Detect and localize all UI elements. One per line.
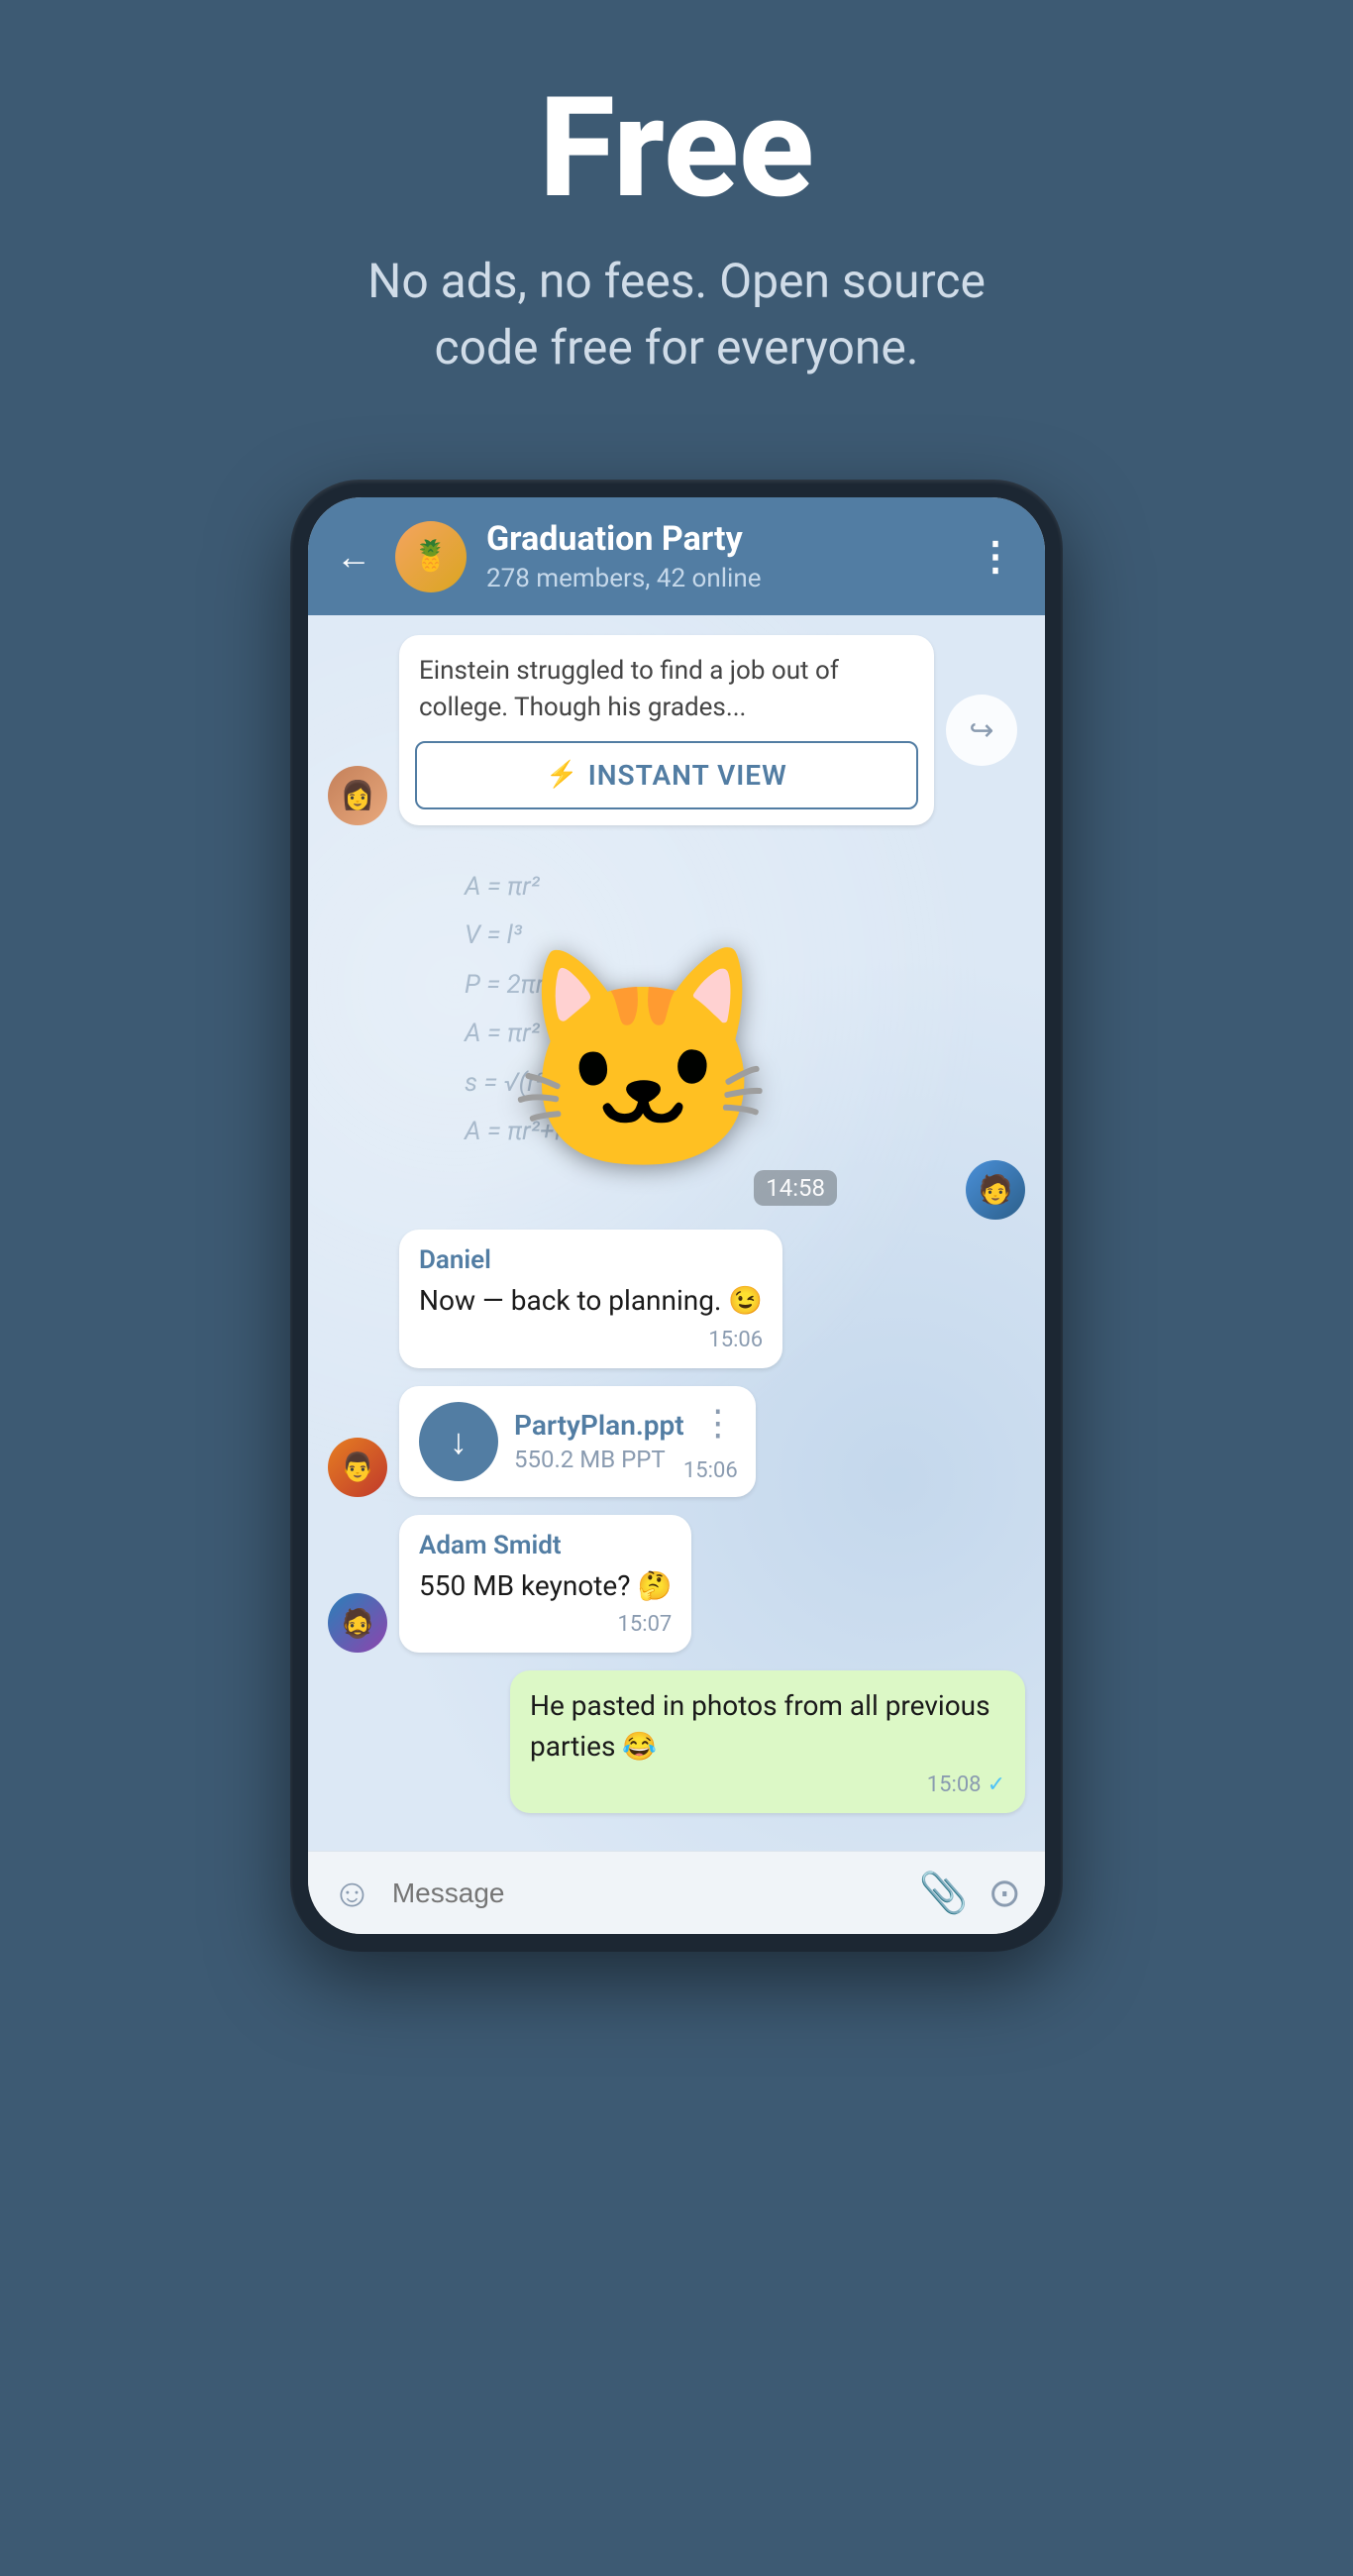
message-row: 👩 Einstein struggled to find a job out o… — [328, 635, 1025, 825]
file-info: PartyPlan.ppt 550.2 MB PPT — [514, 1409, 684, 1473]
avatar-man2: 👨 — [328, 1438, 387, 1497]
link-preview-bubble: Einstein struggled to find a job out of … — [399, 635, 934, 825]
download-icon: ↓ — [450, 1421, 468, 1462]
sticker-row: A = πr² V = l³ P = 2πr A = πr² s = √(r²+… — [328, 843, 1025, 1220]
emoji-button[interactable]: ☺ — [332, 1870, 372, 1916]
chat-input-bar: ☺ 📎 ⊙ — [308, 1851, 1045, 1934]
group-avatar: 🍍 — [395, 521, 467, 592]
file-menu-button[interactable]: ⋮ — [700, 1402, 736, 1444]
camera-button[interactable]: ⊙ — [988, 1870, 1021, 1916]
phone-container: ← 🍍 Graduation Party 278 members, 42 onl… — [290, 480, 1063, 1952]
sticker-time: 14:58 — [754, 1170, 837, 1206]
message-input[interactable] — [392, 1878, 899, 1909]
file-time: 15:06 — [683, 1458, 738, 1483]
message-sender: Adam Smidt — [419, 1531, 672, 1560]
hero-title: Free — [539, 79, 814, 218]
read-checkmark: ✓ — [988, 1772, 1005, 1797]
hero-section: Free No ads, no fees. Open source code f… — [0, 0, 1353, 440]
avatar-emoji: 🧑 — [979, 1173, 1013, 1206]
instant-view-label: INSTANT VIEW — [588, 759, 787, 792]
message-row: 🧔 Adam Smidt 550 MB keynote? 🤔 15:07 — [328, 1515, 1025, 1654]
attach-button[interactable]: 📎 — [919, 1870, 969, 1916]
chat-status: 278 members, 42 online — [486, 564, 956, 593]
cat-sticker: 🐱 — [507, 934, 779, 1190]
avatar-spacer — [328, 1309, 387, 1368]
phone-screen: ← 🍍 Graduation Party 278 members, 42 onl… — [308, 497, 1045, 1934]
message-text: 550 MB keynote? 🤔 — [419, 1566, 672, 1607]
file-download-button[interactable]: ↓ — [419, 1402, 498, 1481]
file-bubble: ↓ PartyPlan.ppt 550.2 MB PPT ⋮ 15:06 — [399, 1386, 756, 1497]
message-text: Now — back to planning. 😉 — [419, 1281, 763, 1322]
hero-subtitle: No ads, no fees. Open source code free f… — [330, 248, 1023, 380]
share-button[interactable]: ↪ — [946, 695, 1017, 766]
own-message-text: He pasted in photos from all previous pa… — [530, 1686, 1005, 1767]
chat-menu-button[interactable]: ⋮ — [976, 533, 1017, 580]
chat-header: ← 🍍 Graduation Party 278 members, 42 onl… — [308, 497, 1045, 615]
own-message-row: He pasted in photos from all previous pa… — [328, 1670, 1025, 1813]
file-name: PartyPlan.ppt — [514, 1409, 684, 1442]
message-time: 15:06 — [419, 1328, 763, 1352]
message-sender: Daniel — [419, 1245, 763, 1275]
avatar: 👩 — [328, 766, 387, 825]
avatar-man3: 🧔 — [328, 1593, 387, 1653]
instant-view-icon: ⚡ — [546, 760, 577, 790]
message-row: 👨 ↓ PartyPlan.ppt 550.2 MB PPT ⋮ 15:06 — [328, 1386, 1025, 1497]
chat-info: Graduation Party 278 members, 42 online — [486, 519, 956, 593]
instant-view-button[interactable]: ⚡ INSTANT VIEW — [415, 741, 918, 809]
own-message-time: 15:08 ✓ — [530, 1772, 1005, 1797]
back-button[interactable]: ← — [336, 536, 371, 578]
sticker-area: A = πr² V = l³ P = 2πr A = πr² s = √(r²+… — [435, 843, 851, 1220]
own-message-bubble: He pasted in photos from all previous pa… — [510, 1670, 1025, 1813]
avatar-emoji: 👨 — [341, 1450, 375, 1483]
avatar-emoji: 🧔 — [341, 1607, 375, 1640]
phone-shell: ← 🍍 Graduation Party 278 members, 42 onl… — [290, 480, 1063, 1952]
message-time: 15:07 — [419, 1612, 672, 1637]
chat-name: Graduation Party — [486, 519, 956, 560]
message-row: Daniel Now — back to planning. 😉 15:06 — [328, 1230, 1025, 1368]
link-preview-text: Einstein struggled to find a job out of … — [399, 635, 934, 741]
message-bubble: Daniel Now — back to planning. 😉 15:06 — [399, 1230, 782, 1368]
chat-body: 👩 Einstein struggled to find a job out o… — [308, 615, 1045, 1851]
file-size: 550.2 MB PPT — [514, 1446, 684, 1473]
avatar-emoji: 👩 — [341, 779, 375, 811]
avatar-image: 🍍 — [395, 521, 467, 592]
message-bubble: Adam Smidt 550 MB keynote? 🤔 15:07 — [399, 1515, 691, 1654]
avatar-man1: 🧑 — [966, 1160, 1025, 1220]
